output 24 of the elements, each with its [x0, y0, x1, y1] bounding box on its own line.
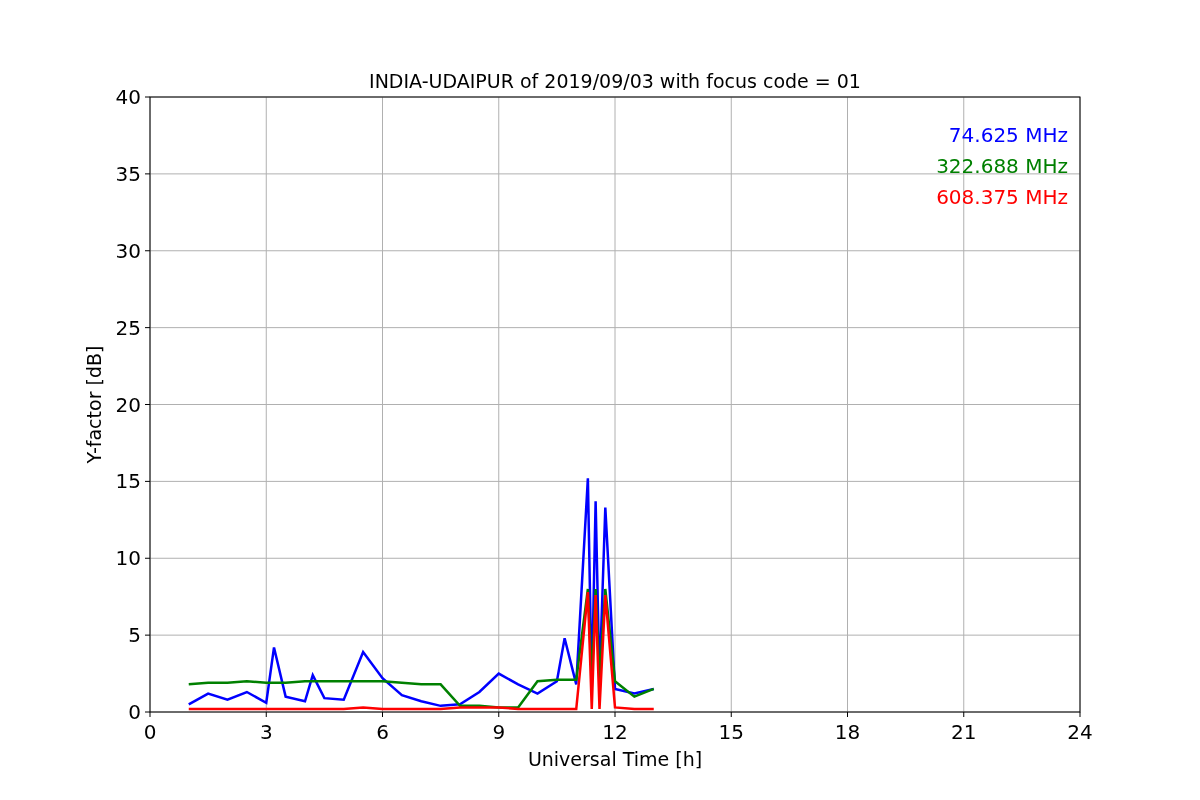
x-tick-label: 18 — [834, 720, 861, 744]
y-tick-label: 10 — [115, 546, 141, 571]
y-tick-label: 40 — [115, 85, 141, 109]
y-tick-label: 0 — [128, 700, 141, 724]
x-axis-label: Universal Time [h] — [527, 748, 703, 770]
chart-title: INDIA-UDAIPUR of 2019/09/03 with focus code = 01 — [369, 70, 861, 92]
y-tick-label: 30 — [115, 238, 141, 263]
y-axis-label: Y-factor [dB] — [83, 345, 105, 464]
x-tick-label: 6 — [376, 720, 389, 744]
y-tick-label: 5 — [128, 623, 141, 648]
legend-label: 322.688 MHz — [936, 154, 1068, 178]
y-tick-label: 25 — [115, 315, 141, 340]
legend-label: 74.625 MHz — [948, 123, 1068, 147]
y-tick-label: 35 — [115, 161, 141, 186]
x-tick-label: 12 — [602, 720, 628, 744]
legend-label: 608.375 MHz — [936, 185, 1068, 209]
x-tick-label: 21 — [951, 720, 977, 744]
y-tick-label: 15 — [115, 469, 141, 494]
x-tick-label: 0 — [143, 720, 157, 744]
x-tick-label: 24 — [1067, 720, 1093, 744]
x-tick-label: 3 — [259, 720, 273, 744]
x-tick-label: 9 — [492, 720, 506, 744]
y-tick-label: 20 — [115, 392, 141, 417]
x-tick-label: 15 — [718, 720, 744, 744]
